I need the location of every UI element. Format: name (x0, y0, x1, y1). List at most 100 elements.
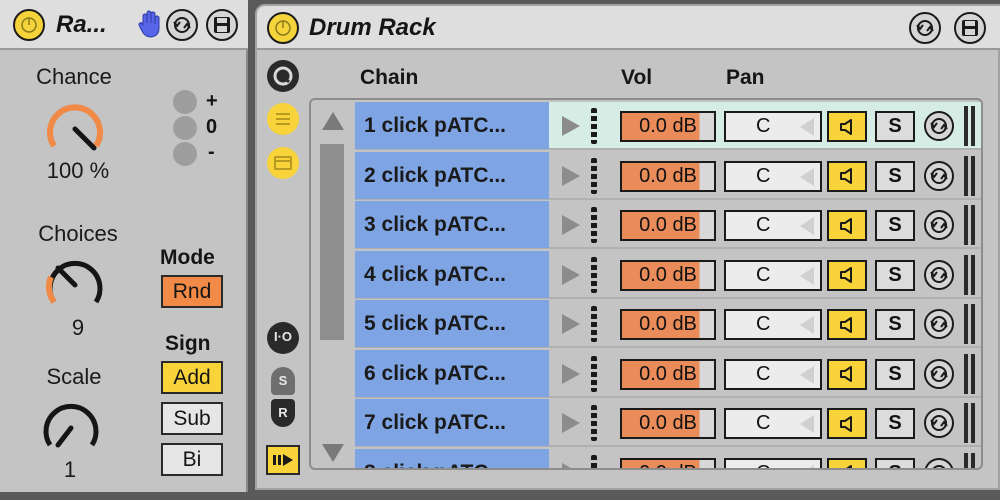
returns-toggle[interactable]: R (271, 399, 295, 427)
chain-row[interactable]: 7 click pATC... 0.0 dB C S (355, 399, 981, 447)
chain-hot-swap-icon[interactable] (923, 259, 955, 291)
chain-hot-swap-icon[interactable] (923, 308, 955, 340)
save-preset-button[interactable] (206, 9, 238, 41)
drum-rack-save-button[interactable] (954, 12, 986, 44)
chain-solo-button[interactable]: S (875, 408, 915, 439)
chain-hot-swap-icon[interactable] (923, 457, 955, 469)
hot-swap-button[interactable] (166, 9, 198, 41)
chain-play-icon[interactable] (562, 116, 580, 136)
chain-mute-button[interactable] (827, 111, 867, 142)
chain-row[interactable]: 6 click pATC... 0.0 dB C S (355, 349, 981, 398)
chain-pan[interactable]: C (724, 408, 822, 439)
chain-volume[interactable]: 0.0 dB (620, 457, 716, 468)
chain-play-icon[interactable] (562, 314, 580, 334)
chain-play-icon[interactable] (562, 413, 580, 433)
chain-name[interactable]: 3 click pATC... (355, 201, 549, 248)
chain-name[interactable]: 7 click pATC... (355, 399, 549, 446)
chain-play-icon[interactable] (562, 215, 580, 235)
chain-solo-button[interactable]: S (875, 457, 915, 468)
drum-rack-power-button[interactable] (267, 12, 299, 44)
chain-mute-button[interactable] (827, 309, 867, 340)
chain-volume[interactable]: 0.0 dB (620, 309, 716, 340)
chain-grip-icon[interactable] (591, 108, 597, 144)
random-device-titlebar: Ra... (0, 0, 248, 50)
chain-volume[interactable]: 0.0 dB (620, 358, 716, 390)
chain-grip-icon[interactable] (591, 256, 597, 293)
chain-pan[interactable]: C (724, 457, 822, 468)
chain-row[interactable]: 4 click pATC... 0.0 dB C S (355, 250, 981, 299)
chain-hot-swap-icon[interactable] (923, 110, 955, 142)
chain-mute-button[interactable] (827, 358, 867, 390)
scroll-up-arrow[interactable] (322, 112, 344, 130)
chain-solo-button[interactable]: S (875, 309, 915, 340)
scale-knob[interactable] (36, 393, 106, 463)
chain-name[interactable]: 5 click pATC... (355, 300, 549, 347)
sends-toggle[interactable]: S (271, 367, 295, 395)
chain-volume[interactable]: 0.0 dB (620, 160, 716, 192)
chain-pan[interactable]: C (724, 210, 822, 241)
chain-grip-icon[interactable] (591, 306, 597, 342)
chain-play-icon[interactable] (562, 264, 580, 285)
sign-bi-button[interactable]: Bi (161, 443, 223, 476)
chain-pan[interactable]: C (724, 259, 822, 291)
chain-grip-icon[interactable] (591, 405, 597, 441)
chain-solo-button[interactable]: S (875, 210, 915, 241)
chain-name[interactable]: 2 click pATC... (355, 151, 549, 199)
chain-grip-icon[interactable] (591, 355, 597, 392)
pan-indicator-icon (800, 217, 814, 235)
chain-mute-button[interactable] (827, 160, 867, 192)
chain-volume[interactable]: 0.0 dB (620, 408, 716, 439)
chain-hot-swap-icon[interactable] (923, 209, 955, 241)
chain-list-scrollbar[interactable] (313, 102, 353, 466)
chain-row[interactable]: 1 click pATC... 0.0 dB C S (355, 102, 981, 150)
chain-name[interactable]: 1 click pATC... (355, 102, 549, 149)
chain-grip-icon[interactable] (591, 207, 597, 243)
rack-macro-toggle-icon[interactable] (266, 59, 300, 93)
mode-button[interactable]: Rnd (161, 275, 223, 308)
chain-name[interactable]: 8 click pATC... (355, 448, 549, 468)
chance-knob[interactable] (40, 94, 110, 164)
scroll-thumb[interactable] (320, 144, 344, 340)
chain-mute-button[interactable] (827, 259, 867, 291)
choices-knob[interactable] (40, 250, 110, 320)
chain-row[interactable]: 2 click pATC... 0.0 dB C S (355, 151, 981, 200)
chain-grip-icon[interactable] (591, 157, 597, 194)
drum-rack-device: Drum Rack I·O S R Chain Vol Pan 1 click … (255, 4, 1000, 490)
device-view-toggle-icon[interactable] (266, 146, 300, 180)
chain-name[interactable]: 4 click pATC... (355, 250, 549, 298)
chain-solo-button[interactable]: S (875, 259, 915, 291)
chain-hot-swap-icon[interactable] (923, 160, 955, 192)
chain-play-icon[interactable] (562, 165, 580, 186)
chain-volume[interactable]: 0.0 dB (620, 111, 716, 142)
chain-hot-swap-icon[interactable] (923, 407, 955, 439)
chain-list-toggle-icon[interactable] (266, 102, 300, 136)
scale-value: 1 (63, 457, 77, 482)
chain-row[interactable]: 8 click pATC... 0.0 dB C S (355, 448, 981, 469)
device-power-button[interactable] (13, 9, 45, 41)
chain-hot-swap-icon[interactable] (923, 358, 955, 390)
chain-play-icon[interactable] (562, 363, 580, 384)
chain-row[interactable]: 3 click pATC... 0.0 dB C S (355, 201, 981, 249)
sign-sub-button[interactable]: Sub (161, 402, 223, 435)
chain-solo-button[interactable]: S (875, 160, 915, 192)
chain-volume[interactable]: 0.0 dB (620, 210, 716, 241)
chain-row[interactable]: 5 click pATC... 0.0 dB C S (355, 300, 981, 348)
chain-pan[interactable]: C (724, 358, 822, 390)
scroll-down-arrow[interactable] (322, 444, 344, 462)
chain-solo-button[interactable]: S (875, 358, 915, 390)
chain-grip-icon[interactable] (591, 454, 597, 468)
chain-solo-button[interactable]: S (875, 111, 915, 142)
chain-pan[interactable]: C (724, 309, 822, 340)
drum-rack-hot-swap-button[interactable] (909, 12, 941, 44)
chain-pan[interactable]: C (724, 111, 822, 142)
chain-mute-button[interactable] (827, 457, 867, 468)
chain-play-icon[interactable] (562, 462, 580, 468)
hand-icon[interactable] (137, 9, 163, 39)
chain-pan[interactable]: C (724, 160, 822, 192)
chain-name[interactable]: 6 click pATC... (355, 349, 549, 397)
chain-mute-button[interactable] (827, 408, 867, 439)
chain-volume[interactable]: 0.0 dB (620, 259, 716, 291)
sign-add-button[interactable]: Add (161, 361, 223, 394)
chain-mute-button[interactable] (827, 210, 867, 241)
auto-select-button[interactable] (266, 445, 300, 475)
